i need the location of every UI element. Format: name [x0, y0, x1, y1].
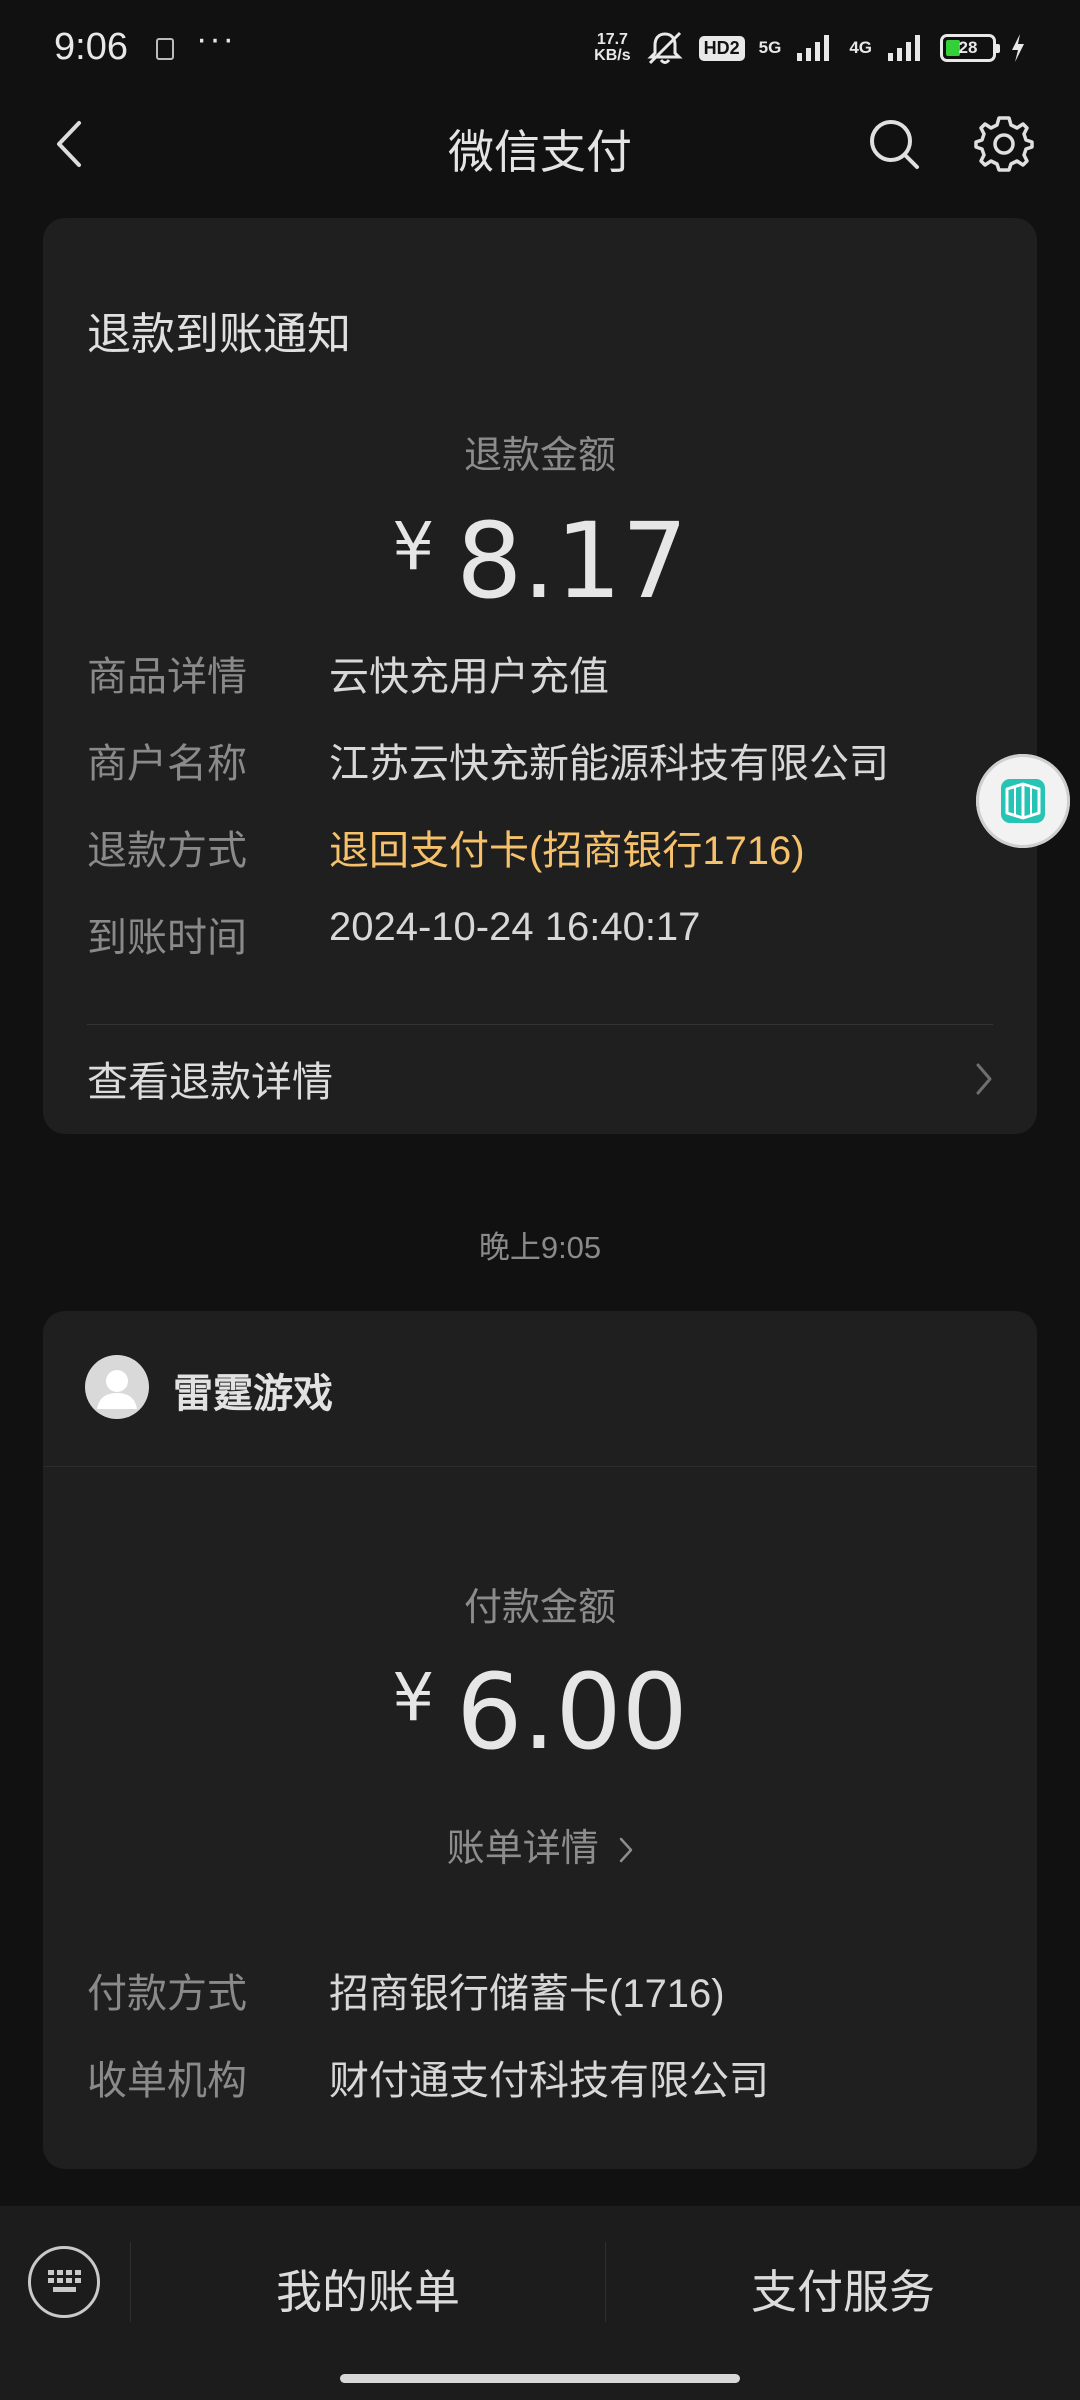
battery-icon: 28 [940, 34, 1000, 62]
currency-symbol: ¥ [392, 1659, 435, 1736]
detail-row-refund-method: 退款方式 退回支付卡(招商银行1716) [87, 818, 805, 876]
home-indicator[interactable] [340, 2374, 740, 2383]
refund-amount: ¥8.17 [43, 500, 1037, 622]
signal-icon-2 [888, 35, 920, 61]
pay-service-button[interactable]: 支付服务 [606, 2256, 1080, 2322]
search-icon [870, 120, 919, 169]
status-bar: 9:06 ··· 17.7 KB/s HD2 5G 4G 28 [0, 0, 1080, 96]
detail-row-product: 商品详情 云快充用户充值 [87, 644, 609, 702]
divider [43, 1466, 1037, 1467]
notice-title: 退款到账通知 [87, 310, 351, 359]
settings-button[interactable] [974, 114, 1034, 174]
signal-icon-1 [797, 35, 830, 61]
chevron-right-icon [620, 1837, 633, 1863]
payment-card[interactable]: 雷霆游戏 付款金额 ¥6.00 账单详情 付款方式 招商银行储蓄卡(1716) … [43, 1311, 1037, 2169]
keyboard-button[interactable] [28, 2246, 100, 2318]
view-refund-details-link[interactable]: 查看退款详情 [43, 1024, 1037, 1134]
payment-amount-value: 6.00 [456, 1651, 688, 1773]
network-speed: 17.7 KB/s [594, 31, 631, 64]
network-4g-label: 4G [849, 38, 872, 57]
gear-icon [974, 116, 1034, 172]
merchant-name: 雷霆游戏 [173, 1372, 333, 1416]
row-value: 2024-10-24 16:40:17 [329, 905, 701, 949]
avatar [85, 1355, 149, 1419]
refund-amount-value: 8.17 [456, 500, 688, 622]
chevron-right-icon [976, 1063, 992, 1095]
search-button[interactable] [866, 116, 922, 172]
payment-amount-label: 付款金额 [463, 1587, 616, 1629]
row-key: 收单机构 [87, 2059, 247, 2103]
detail-row-merchant: 商户名称 江苏云快充新能源科技有限公司 [87, 731, 889, 789]
status-icons: 17.7 KB/s HD2 5G 4G 28 [594, 28, 1026, 68]
bill-details-label: 账单详情 [446, 1828, 599, 1870]
more-notifications-icon: ··· [196, 20, 236, 58]
bottom-bar: 我的账单 支付服务 [0, 2206, 1080, 2400]
avatar-placeholder-icon [97, 1370, 137, 1409]
row-value: 云快充用户充值 [329, 655, 609, 699]
row-key: 商户名称 [87, 742, 247, 786]
refund-amount-label: 退款金额 [463, 435, 616, 477]
mute-icon [646, 31, 683, 65]
row-key: 付款方式 [87, 1972, 247, 2016]
row-value: 退回支付卡(招商银行1716) [329, 829, 805, 873]
row-value: 财付通支付科技有限公司 [329, 2059, 769, 2103]
bill-details-link[interactable]: 账单详情 [43, 1817, 1037, 1872]
view-refund-details-label: 查看退款详情 [87, 1059, 333, 1105]
detail-row-acquirer: 收单机构 财付通支付科技有限公司 [87, 2048, 769, 2106]
status-time: 9:06 [54, 26, 128, 68]
refund-notice-card: 退款到账通知 退款金额 ¥8.17 商品详情 云快充用户充值 商户名称 江苏云快… [43, 218, 1037, 1134]
keyboard-icon [48, 2270, 81, 2292]
hd-voice-icon: HD2 [698, 35, 745, 61]
row-key: 商品详情 [87, 655, 247, 699]
network-5g-label: 5G [758, 38, 782, 57]
row-value: 招商银行储蓄卡(1716) [329, 1972, 725, 2016]
row-value: 江苏云快充新能源科技有限公司 [329, 742, 889, 786]
detail-row-arrival-time: 到账时间 2024-10-24 16:40:17 [87, 905, 700, 963]
floating-assistant-icon [1001, 779, 1045, 823]
payment-amount: ¥6.00 [43, 1651, 1037, 1773]
charging-icon [1012, 34, 1024, 62]
notification-icon [156, 38, 174, 60]
floating-assistant-button[interactable] [976, 754, 1070, 848]
row-key: 退款方式 [87, 829, 247, 873]
row-key: 到账时间 [87, 916, 247, 960]
currency-symbol: ¥ [392, 508, 435, 585]
nav-bar: 微信支付 [0, 96, 1080, 192]
detail-row-payment-method: 付款方式 招商银行储蓄卡(1716) [87, 1961, 725, 2019]
my-bills-button[interactable]: 我的账单 [131, 2256, 605, 2322]
message-timestamp: 晚上9:05 [478, 1230, 602, 1265]
